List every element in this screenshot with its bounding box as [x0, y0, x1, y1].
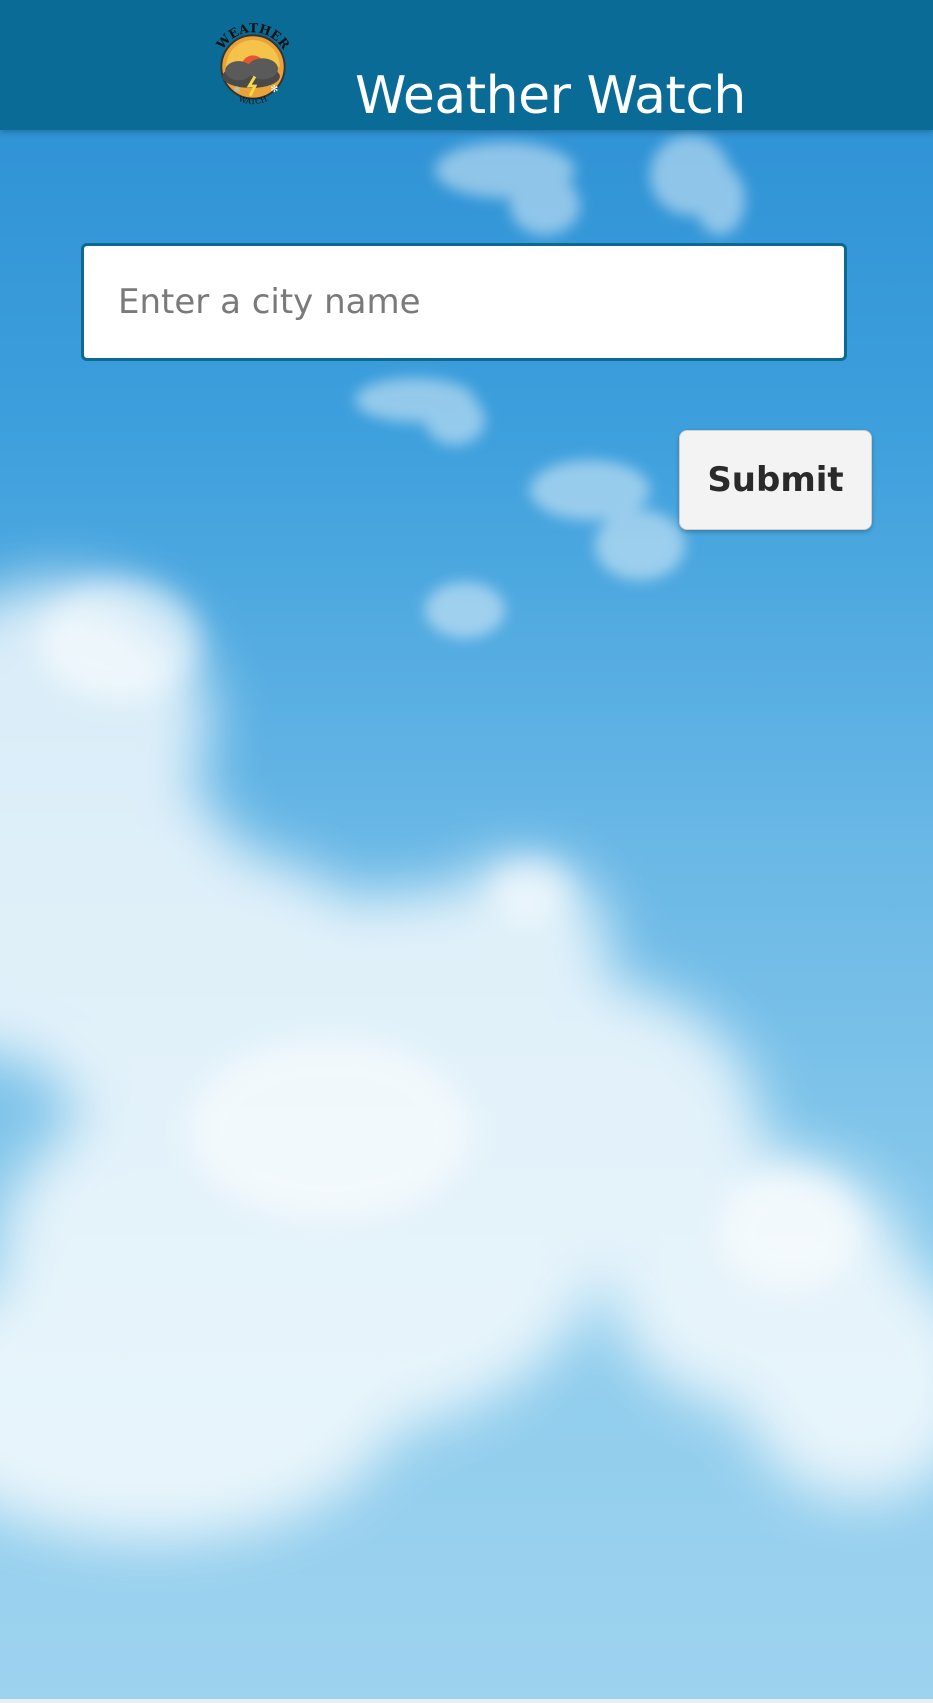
submit-button[interactable]: Submit [679, 430, 872, 530]
app-title: Weather Watch [355, 65, 746, 126]
svg-text:✻: ✻ [270, 84, 278, 95]
bottom-divider [0, 1699, 933, 1703]
storm-cloud-sun-logo: ✻ ✻ WEATHER WATCH [212, 20, 293, 106]
svg-text:✻: ✻ [234, 85, 240, 94]
app-header: ✻ ✻ WEATHER WATCH Weather Watch [0, 0, 933, 130]
city-search-input[interactable] [81, 243, 847, 361]
app-screen: ✻ ✻ WEATHER WATCH Weather Watch Submit [0, 0, 933, 1703]
